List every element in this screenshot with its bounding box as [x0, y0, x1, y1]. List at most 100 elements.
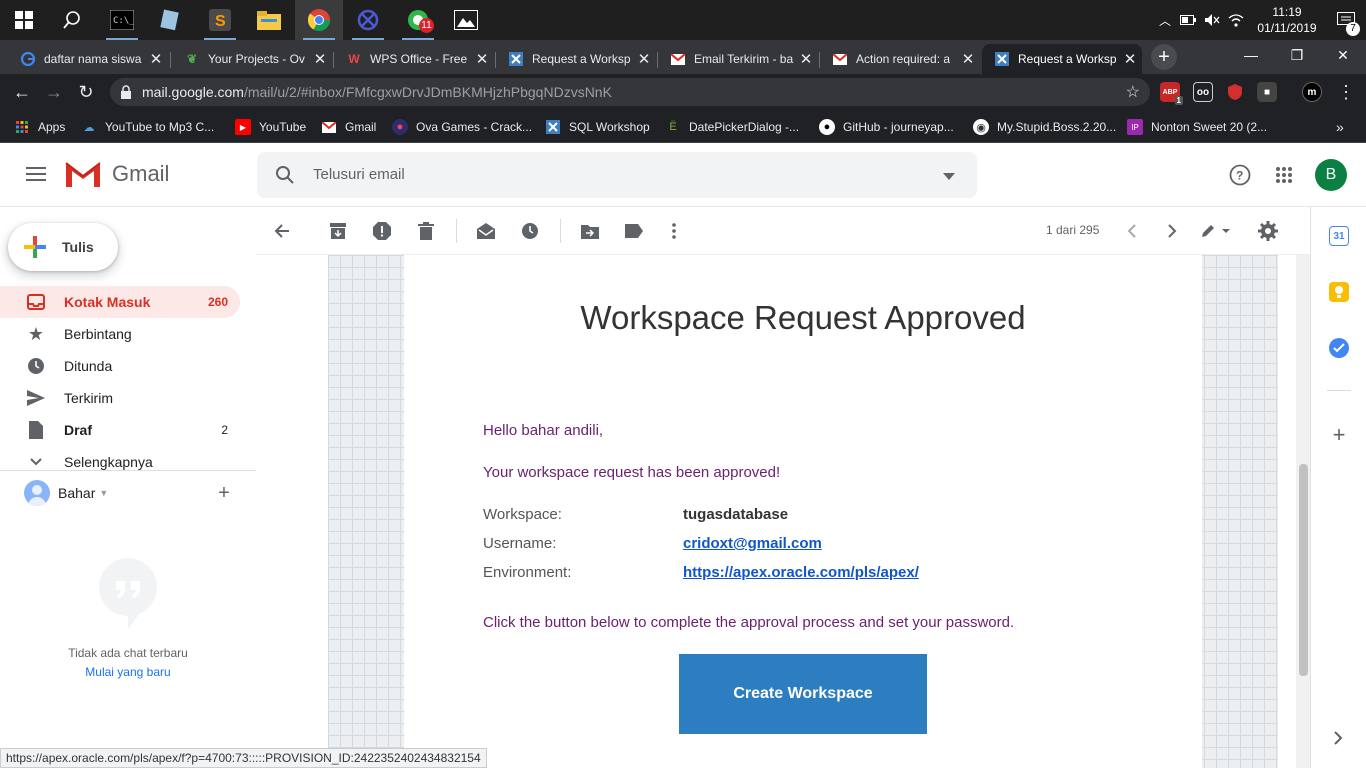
- notebook-icon[interactable]: [146, 0, 194, 40]
- bookmark-gmail[interactable]: Gmail: [321, 117, 376, 137]
- cmd-icon[interactable]: C:\_: [98, 0, 146, 40]
- photos-icon[interactable]: [442, 0, 490, 40]
- settings-gear-icon[interactable]: [1256, 219, 1280, 243]
- battery-icon[interactable]: [1176, 15, 1200, 25]
- sublime-icon[interactable]: S: [196, 0, 244, 40]
- scrollbar-thumb[interactable]: [1299, 464, 1308, 676]
- sidebar-item-drafts[interactable]: Draf 2: [0, 414, 240, 446]
- keep-icon[interactable]: [1329, 282, 1349, 302]
- clock[interactable]: 11:19 01/11/2019: [1248, 4, 1326, 36]
- bookmark-star-icon[interactable]: ☆: [1126, 82, 1140, 102]
- close-window-button[interactable]: ✕: [1320, 40, 1366, 70]
- label-icon[interactable]: [622, 219, 646, 243]
- compose-button[interactable]: Tulis: [8, 223, 118, 271]
- file-explorer-icon[interactable]: [245, 0, 293, 40]
- help-icon[interactable]: ?: [1228, 163, 1252, 187]
- back-to-inbox-icon[interactable]: [270, 219, 294, 243]
- chrome-icon[interactable]: [295, 0, 343, 40]
- close-icon[interactable]: ✕: [144, 50, 168, 68]
- tasks-icon[interactable]: [1329, 338, 1349, 358]
- address-bar[interactable]: mail.google.com/mail/u/2/#inbox/FMfcgxwD…: [110, 78, 1150, 106]
- environment-link[interactable]: https://apex.oracle.com/pls/apex/: [683, 564, 919, 581]
- tab-action-required[interactable]: Action required: a ✕: [820, 44, 980, 74]
- more-options-icon[interactable]: [662, 219, 686, 243]
- tab-request-workspace-1[interactable]: Request a Worksp ✕: [496, 44, 656, 74]
- tab-daftar-nama-siswa[interactable]: daftar nama siswa ✕: [8, 44, 168, 74]
- extension-cube-icon[interactable]: ■: [1257, 82, 1277, 102]
- sidebar-item-inbox[interactable]: Kotak Masuk 260: [0, 286, 240, 318]
- archive-icon[interactable]: [326, 219, 350, 243]
- sidebar-item-starred[interactable]: ★ Berbintang: [0, 318, 240, 350]
- bookmark-ova-games[interactable]: ● Ova Games - Crack...: [392, 117, 532, 137]
- wifi-icon[interactable]: [1224, 13, 1248, 27]
- tab-request-workspace-2[interactable]: Request a Worksp ✕: [982, 44, 1142, 74]
- expand-panel-icon[interactable]: [1333, 731, 1343, 750]
- forward-icon[interactable]: →: [40, 78, 68, 106]
- main-menu-icon[interactable]: [24, 163, 48, 187]
- chevron-right-icon[interactable]: [1160, 219, 1184, 243]
- search-input[interactable]: Telusuri email: [257, 152, 977, 198]
- bookmark-datepicker[interactable]: Ё DatePickerDialog -...: [665, 117, 799, 137]
- move-to-icon[interactable]: [578, 219, 602, 243]
- close-icon[interactable]: ✕: [308, 50, 332, 68]
- profile-icon[interactable]: m: [1302, 82, 1322, 102]
- bookmark-my-stupid-boss[interactable]: ◉ My.Stupid.Boss.2.20...: [973, 117, 1116, 137]
- close-icon[interactable]: ✕: [470, 50, 494, 68]
- empty-chat-text: Tidak ada chat terbaru: [68, 646, 188, 660]
- sidebar-item-more[interactable]: Selengkapnya: [0, 446, 240, 478]
- minimize-button[interactable]: —: [1228, 40, 1274, 70]
- action-center-icon[interactable]: 7: [1326, 0, 1366, 40]
- sidebar-item-snoozed[interactable]: Ditunda: [0, 350, 240, 382]
- bookmark-nonton-sweet-20[interactable]: IP Nonton Sweet 20 (2...: [1127, 117, 1267, 137]
- reload-icon[interactable]: ↻: [72, 78, 100, 106]
- snooze-icon[interactable]: [518, 219, 542, 243]
- bookmark-apps[interactable]: Apps: [14, 117, 65, 137]
- calendar-icon[interactable]: 31: [1329, 226, 1349, 246]
- sidebar-item-sent[interactable]: Terkirim: [0, 382, 240, 414]
- shield-icon[interactable]: [1225, 82, 1245, 102]
- new-tab-button[interactable]: +: [1151, 44, 1177, 70]
- bookmark-youtube[interactable]: ▶ YouTube: [235, 117, 306, 137]
- search-icon[interactable]: [48, 0, 96, 40]
- google-apps-icon[interactable]: [1272, 163, 1296, 187]
- mark-unread-icon[interactable]: [474, 219, 498, 243]
- close-icon[interactable]: ✕: [1118, 50, 1142, 68]
- bookmark-github[interactable]: ● GitHub - journeyap...: [819, 117, 954, 137]
- tab-wps-office[interactable]: W WPS Office - Free ✕: [334, 44, 494, 74]
- back-icon[interactable]: ←: [8, 78, 36, 106]
- username-link[interactable]: cridoxt@gmail.com: [683, 535, 822, 552]
- start-icon[interactable]: [0, 0, 48, 40]
- chevron-left-icon[interactable]: [1120, 219, 1144, 243]
- start-new-chat-link[interactable]: Mulai yang baru: [0, 665, 256, 679]
- adblock-icon[interactable]: ABP 1: [1160, 82, 1183, 105]
- hangouts-user[interactable]: Bahar ▼: [24, 480, 108, 506]
- drafts-count: 2: [221, 423, 228, 437]
- add-chat-icon[interactable]: +: [214, 483, 234, 503]
- get-addons-icon[interactable]: +: [1329, 424, 1349, 446]
- volume-muted-icon[interactable]: [1200, 13, 1224, 27]
- network-app-icon[interactable]: [344, 0, 392, 40]
- bookmark-youtube-mp3[interactable]: ☁ YouTube to Mp3 C...: [81, 117, 215, 137]
- sidebar-item-label: Ditunda: [64, 358, 113, 374]
- close-icon[interactable]: ✕: [794, 50, 818, 68]
- gmail-logo[interactable]: Gmail: [64, 159, 169, 189]
- extension-glasses-icon[interactable]: oo: [1193, 82, 1213, 102]
- url-path: /mail/u/2/#inbox/FMfcgxwDrvJDmBKMHjzhPbg…: [243, 84, 612, 100]
- chevron-up-icon[interactable]: ︿: [1154, 12, 1176, 29]
- report-spam-icon[interactable]: [370, 219, 394, 243]
- tab-email-terkirim[interactable]: Email Terkirim - ba ✕: [658, 44, 818, 74]
- whatsapp-icon[interactable]: 11: [394, 0, 442, 40]
- bookmark-sql-workshop[interactable]: SQL Workshop: [545, 117, 650, 137]
- close-icon[interactable]: ✕: [632, 50, 656, 68]
- bookmarks-overflow-icon[interactable]: »: [1336, 117, 1344, 137]
- delete-icon[interactable]: [414, 219, 438, 243]
- search-options-icon[interactable]: [943, 168, 955, 186]
- search-icon[interactable]: [275, 165, 295, 190]
- restore-button[interactable]: ❐: [1274, 40, 1320, 70]
- input-tools-icon[interactable]: [1198, 219, 1232, 243]
- menu-dots-icon[interactable]: ⋮: [1332, 78, 1360, 106]
- account-avatar[interactable]: B: [1315, 159, 1347, 191]
- create-workspace-button[interactable]: Create Workspace: [679, 654, 927, 734]
- tab-your-projects[interactable]: ❦ Your Projects - Ov ✕: [172, 44, 332, 74]
- close-icon[interactable]: ✕: [956, 50, 980, 68]
